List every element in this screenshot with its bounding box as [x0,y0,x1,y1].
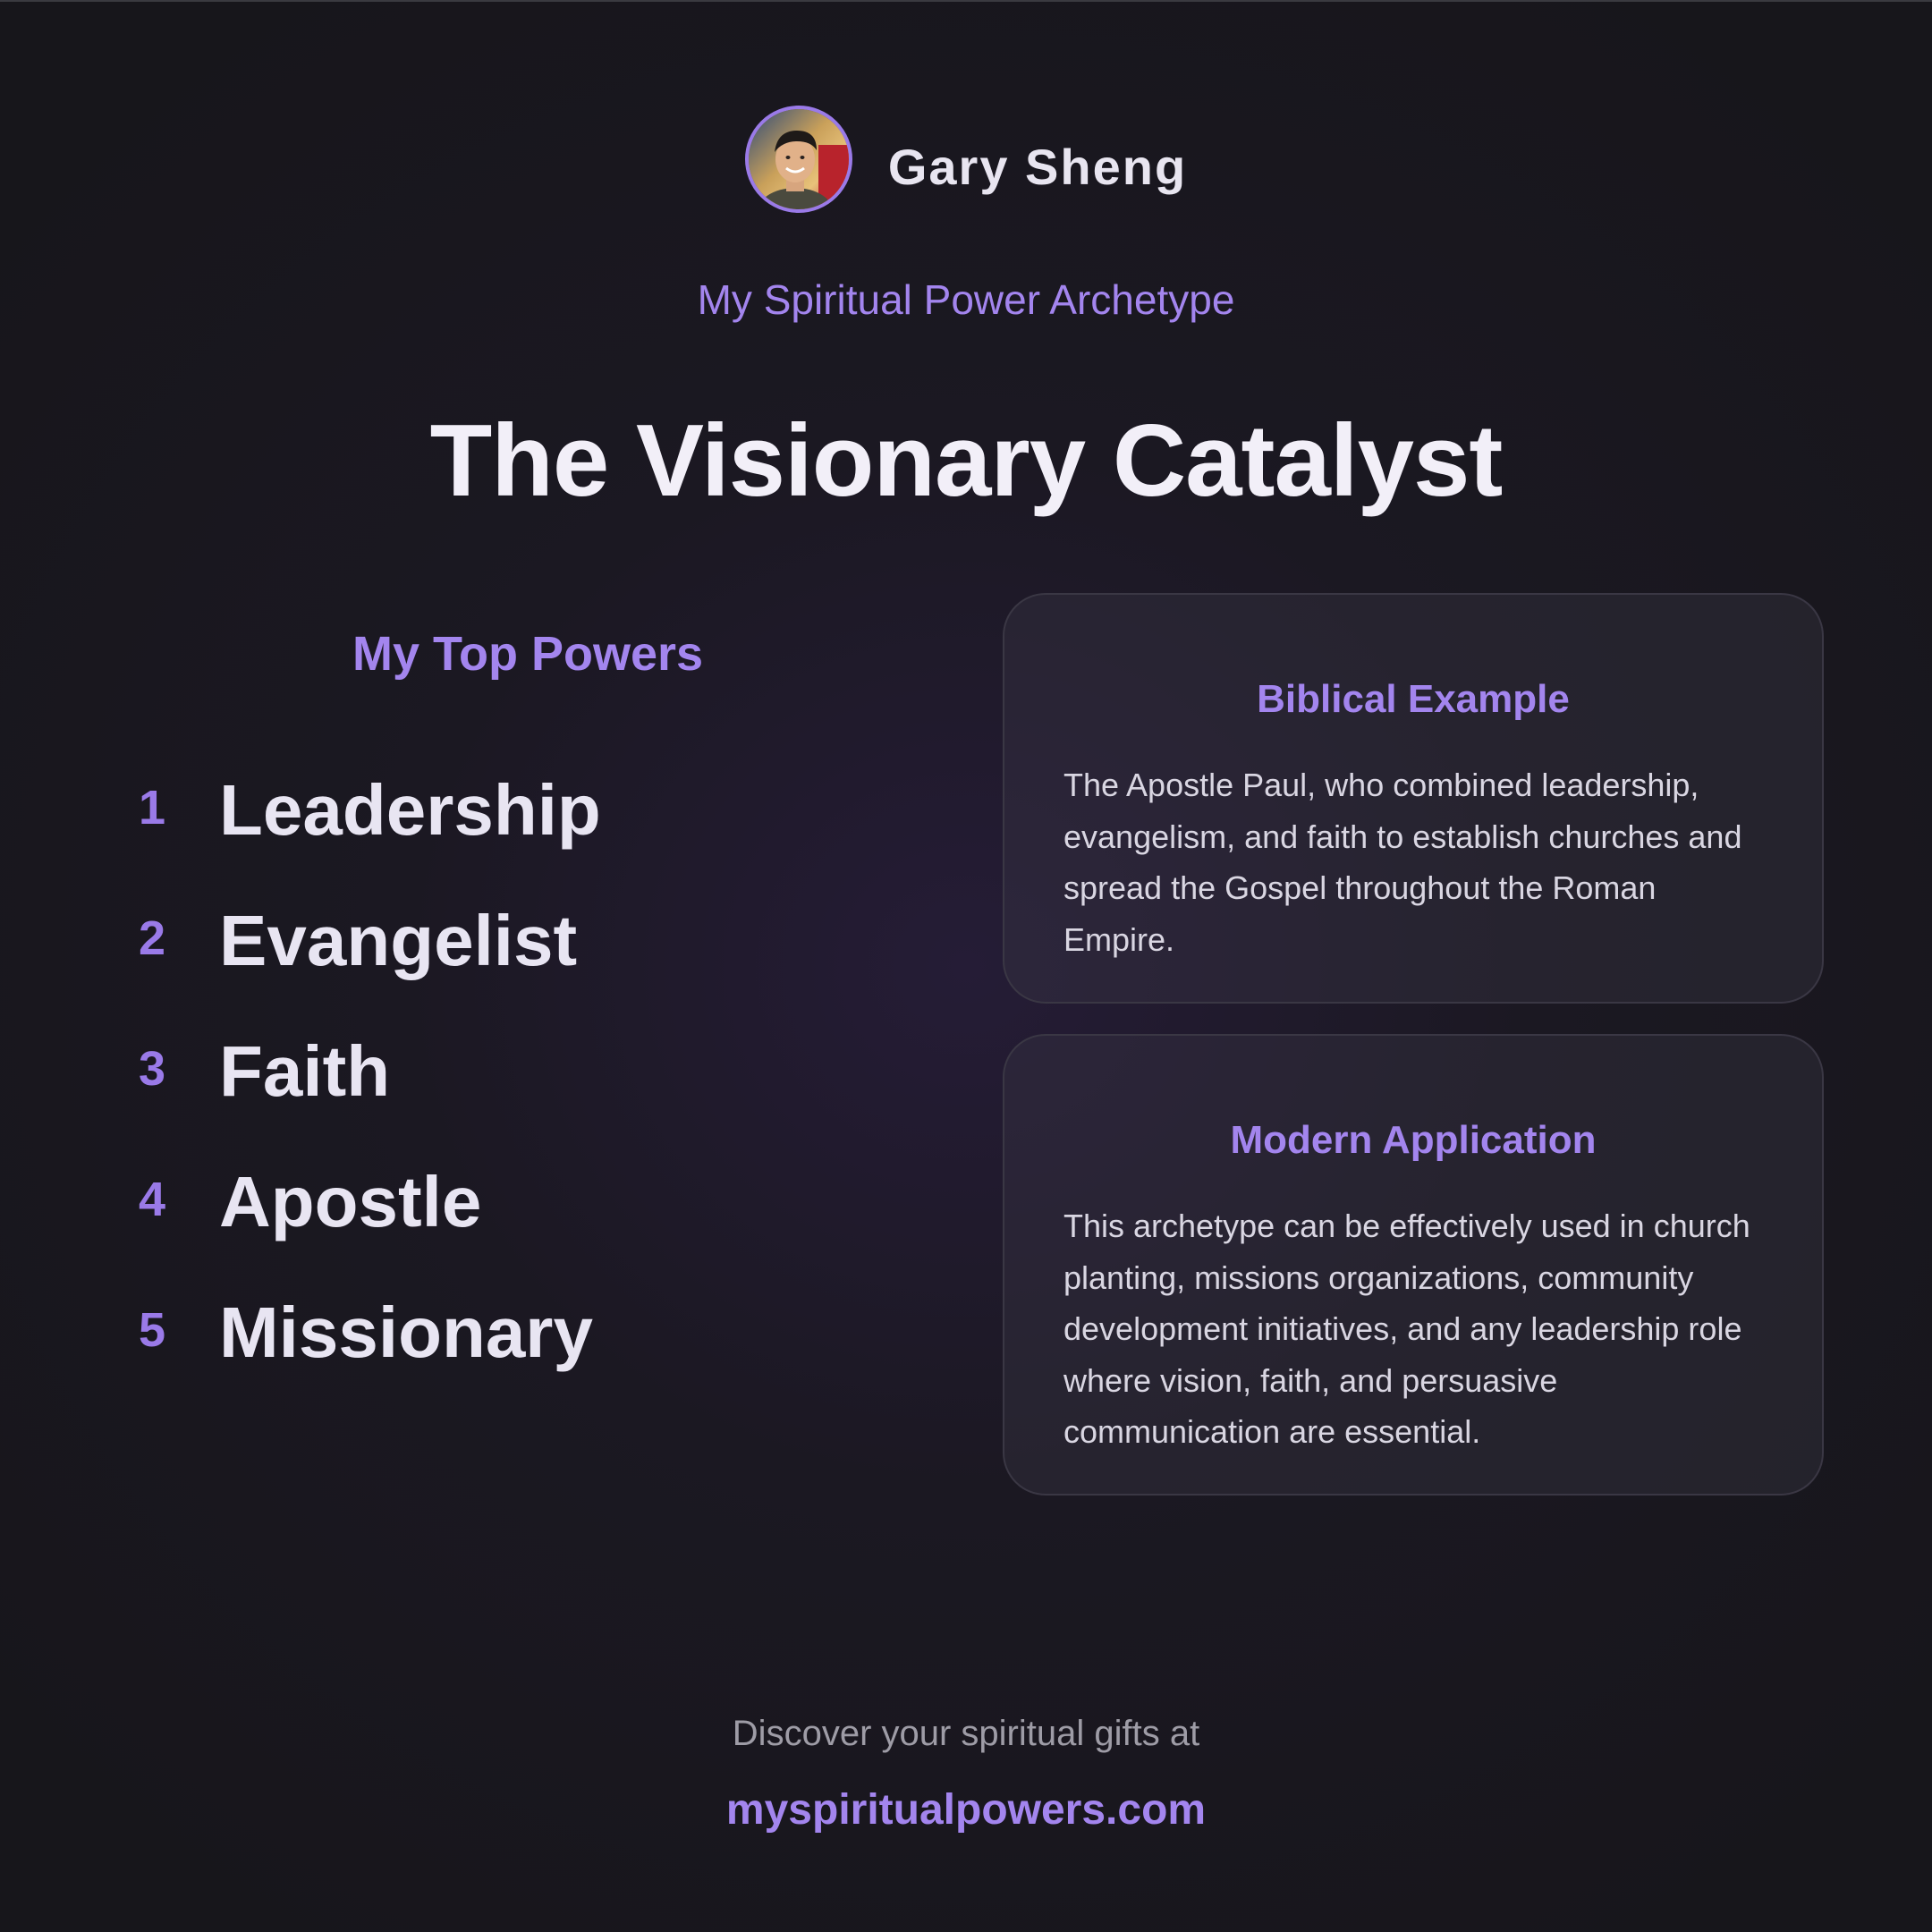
footer-text: Discover your spiritual gifts at [732,1714,1200,1753]
power-label: Faith [219,1031,391,1111]
power-item: 4 Apostle [139,1161,601,1292]
archetype-subtitle: My Spiritual Power Archetype [697,276,1235,323]
power-item: 2 Evangelist [139,900,601,1030]
power-rank: 4 [139,1173,166,1226]
avatar [744,106,852,213]
power-label: Leadership [219,770,601,850]
top-powers-heading: My Top Powers [352,627,704,681]
footer-link[interactable]: myspiritualpowers.com [0,1785,1932,1835]
power-item: 5 Missionary [139,1292,601,1422]
power-label: Missionary [219,1292,593,1372]
biblical-example-title: Biblical Example [1257,677,1570,721]
power-rank: 3 [139,1042,166,1096]
user-name: Gary Sheng [887,138,1188,195]
biblical-example-card: Biblical Example The Apostle Paul, who c… [1003,593,1824,1004]
top-powers-list: 1 Leadership 2 Evangelist 3 Faith 4 Apos… [139,769,601,1422]
power-item: 3 Faith [139,1030,601,1161]
profile-header: Gary Sheng [0,106,1932,213]
power-label: Evangelist [219,901,578,980]
modern-application-title: Modern Application [1230,1118,1597,1162]
power-label: Apostle [219,1162,482,1241]
biblical-example-body: The Apostle Paul, who combined leadershi… [1063,767,1742,958]
power-rank: 2 [139,911,166,965]
modern-application-body: This archetype can be effectively used i… [1063,1208,1750,1450]
top-divider [0,0,1932,2]
power-rank: 5 [139,1303,166,1357]
power-rank: 1 [139,781,166,835]
modern-application-card: Modern Application This archetype can be… [1003,1034,1824,1496]
user-avatar-icon [748,109,849,209]
power-item: 1 Leadership [139,769,601,900]
archetype-title: The Visionary Catalyst [429,404,1504,518]
